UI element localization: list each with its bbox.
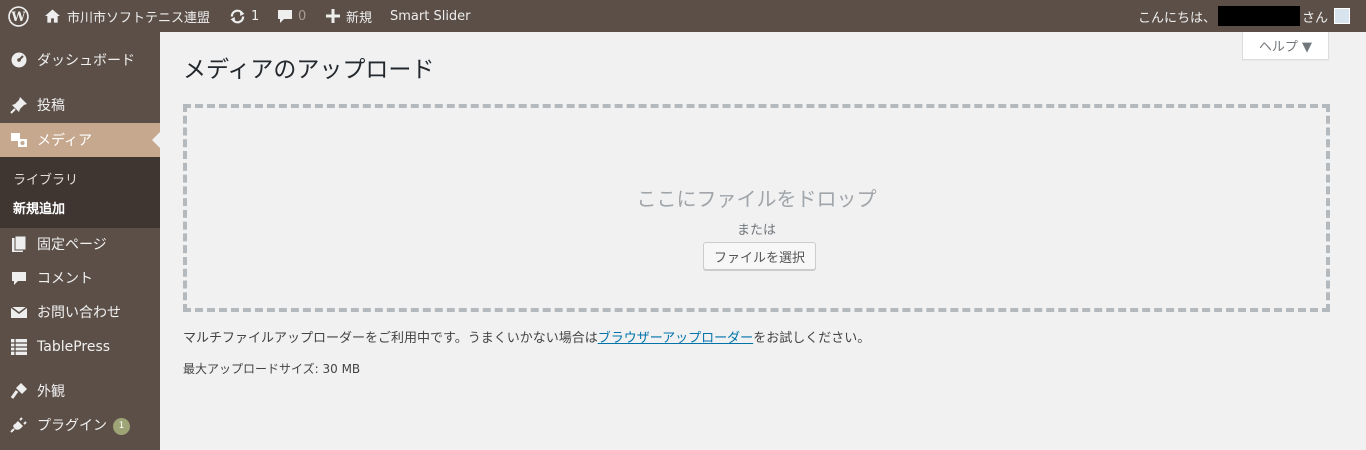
comment-icon: [277, 9, 293, 24]
plugin-update-badge: 1: [113, 417, 130, 435]
menu-item-tablepress[interactable]: TablePress: [0, 330, 160, 364]
comments-link[interactable]: 0: [277, 0, 306, 32]
greeting-prefix: こんにちは、: [1138, 10, 1217, 26]
menu-label: ダッシュボード: [37, 53, 135, 69]
my-account[interactable]: こんにちは、 さん: [1138, 0, 1351, 32]
svg-text:W: W: [10, 9, 26, 24]
site-name-link[interactable]: 市川市ソフトテニス連盟: [45, 0, 210, 32]
menu-label: お問い合わせ: [37, 305, 121, 321]
smart-slider-link[interactable]: Smart Slider: [390, 0, 471, 32]
menu-item-posts[interactable]: 投稿: [0, 88, 160, 122]
scrollbar[interactable]: [1350, 32, 1366, 450]
drop-zone[interactable]: ここにファイルをドロップ または ファイルを選択: [183, 104, 1330, 312]
uploader-info-text: マルチファイルアップローダーをご利用中です。うまくいかない場合は: [183, 331, 598, 346]
menu-item-media[interactable]: メディア: [0, 123, 160, 157]
media-submenu: ライブラリ 新規追加: [0, 157, 160, 228]
menu-label: TablePress: [37, 339, 111, 355]
page-icon: [10, 235, 28, 253]
new-label: 新規: [346, 10, 373, 26]
menu-label: コメント: [37, 271, 93, 287]
menu-label: プラグイン 1: [37, 415, 130, 435]
browser-uploader-link[interactable]: ブラウザーアップローダー: [598, 331, 753, 346]
wordpress-logo-icon[interactable]: W: [8, 0, 29, 32]
redacted-username: [1218, 6, 1301, 26]
menu-label: 外観: [37, 384, 65, 400]
menu-item-plugins[interactable]: プラグイン 1: [0, 408, 160, 442]
submenu-item-library[interactable]: ライブラリ: [13, 169, 78, 188]
dashboard-icon: [10, 51, 28, 69]
help-tab-button[interactable]: ヘルプ ▼: [1242, 32, 1329, 60]
uploader-info-text-end: をお試しください。: [753, 331, 871, 346]
page-title: メディアのアップロード: [183, 57, 435, 83]
menu-item-contact[interactable]: お問い合わせ: [0, 295, 160, 329]
admin-bar: W 市川市ソフトテニス連盟 1 0 新規 Smart Slider こんにちは、…: [0, 0, 1366, 32]
table-icon: [10, 338, 28, 356]
admin-sidebar: ダッシュボード 投稿 メディア ライブラリ 新規追加 固定ページ コメント お問…: [0, 32, 160, 450]
pin-icon: [10, 96, 28, 114]
plugin-icon: [10, 416, 28, 434]
home-icon: [45, 9, 60, 23]
max-upload-size: 最大アップロードサイズ: 30 MB: [183, 362, 361, 376]
comments-count: 0: [298, 8, 307, 24]
avatar: [1334, 8, 1351, 24]
menu-item-appearance[interactable]: 外観: [0, 374, 160, 408]
refresh-icon: [229, 9, 246, 24]
submenu-item-add-new[interactable]: 新規追加: [13, 198, 65, 217]
menu-item-comments[interactable]: コメント: [0, 261, 160, 295]
menu-label: 固定ページ: [37, 237, 107, 253]
media-icon: [10, 131, 28, 149]
greeting-suffix: さん: [1302, 10, 1329, 26]
mail-icon: [10, 303, 28, 321]
site-name: 市川市ソフトテニス連盟: [67, 10, 211, 26]
new-content-link[interactable]: 新規: [326, 0, 372, 32]
updates-count: 1: [251, 8, 260, 24]
drop-zone-or: または: [736, 223, 776, 238]
menu-item-dashboard[interactable]: ダッシュボード: [0, 43, 160, 77]
plus-icon: [326, 9, 340, 23]
updates-link[interactable]: 1: [229, 0, 259, 32]
appearance-icon: [10, 382, 28, 400]
menu-item-pages[interactable]: 固定ページ: [0, 227, 160, 261]
plugins-label: プラグイン: [37, 418, 107, 434]
smart-slider-label: Smart Slider: [390, 8, 471, 24]
menu-label: 投稿: [37, 98, 65, 114]
menu-label: メディア: [37, 133, 93, 149]
select-files-button[interactable]: ファイルを選択: [703, 242, 816, 270]
drop-zone-title: ここにファイルをドロップ: [636, 187, 877, 211]
uploader-info: マルチファイルアップローダーをご利用中です。うまくいかない場合はブラウザーアップ…: [183, 327, 870, 346]
comment-icon: [10, 269, 28, 287]
